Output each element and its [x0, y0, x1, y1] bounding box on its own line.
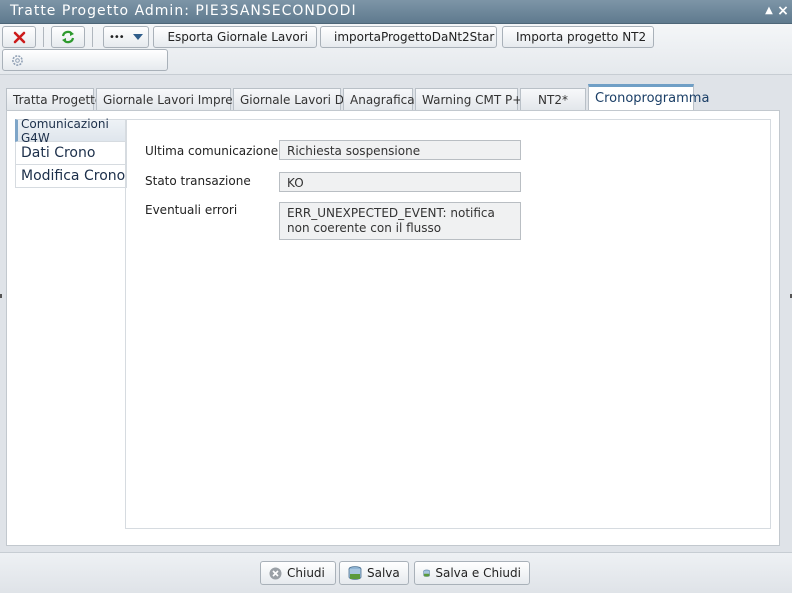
ultima-comunicazione-label: Ultima comunicazione: [145, 144, 278, 158]
importa-progetto-nt2-button[interactable]: Importa progetto NT2: [502, 26, 654, 48]
database-save-close-icon: [423, 566, 430, 581]
resize-handle-left[interactable]: [0, 294, 2, 298]
salva-label: Salva: [367, 566, 400, 580]
tab-cronoprogramma[interactable]: Cronoprogramma: [588, 84, 694, 110]
comunicazioni-form: Ultima comunicazione Richiesta sospensio…: [125, 119, 771, 529]
cancel-circle-icon: [269, 567, 282, 580]
importa-nt2-label: Importa progetto NT2: [516, 30, 646, 44]
eventuali-errori-field[interactable]: ERR_UNEXPECTED_EVENT: notifica non coere…: [279, 202, 521, 240]
sidenav-item-modifica-crono[interactable]: Modifica Crono: [15, 165, 127, 188]
salva-button[interactable]: Salva: [339, 561, 409, 585]
toolbar-separator: [43, 27, 44, 47]
chiudi-button[interactable]: Chiudi: [260, 561, 336, 585]
side-navigation: Comunicazioni G4W Dati Crono Modifica Cr…: [15, 119, 127, 188]
close-window-icon[interactable]: ×: [776, 4, 790, 18]
importa-nt2star-label: importaProgettoDaNt2Star: [334, 30, 494, 44]
tab-giornale-lavori-dl[interactable]: Giornale Lavori DL: [233, 88, 341, 110]
stato-transazione-label: Stato transazione: [145, 174, 251, 188]
toolbar: ••• Esporta Giornale Lavori importaProge…: [0, 24, 792, 75]
extra-action-button[interactable]: [2, 49, 168, 71]
dropdown-arrow-icon: [133, 34, 143, 40]
toolbar-separator: [92, 27, 93, 47]
esporta-label: Esporta Giornale Lavori: [167, 30, 308, 44]
database-save-icon: [348, 566, 362, 581]
sidenav-item-dati-crono[interactable]: Dati Crono: [15, 142, 127, 165]
eventuali-errori-label: Eventuali errori: [145, 203, 237, 217]
gear-icon: [11, 54, 24, 67]
sidenav-item-comunicazioni-g4w[interactable]: Comunicazioni G4W: [15, 119, 127, 142]
tab-tratta-progetto[interactable]: Tratta Progetto: [6, 88, 94, 110]
more-menu-button[interactable]: •••: [103, 26, 149, 48]
tab-giornale-lavori-impresa[interactable]: Giornale Lavori Impresa: [96, 88, 231, 110]
collapse-icon[interactable]: ▲: [762, 4, 776, 18]
window-title: Tratte Progetto Admin: PIE3SANSECONDODI: [10, 3, 357, 19]
delete-x-icon: [13, 31, 26, 44]
refresh-button[interactable]: [51, 26, 85, 48]
tab-nt2[interactable]: NT2*: [520, 88, 586, 110]
tab-warning-cmt[interactable]: Warning CMT P+: [415, 88, 518, 110]
salva-e-chiudi-label: Salva e Chiudi: [435, 566, 521, 580]
tab-bar: Tratta Progetto Giornale Lavori Impresa …: [0, 84, 792, 110]
more-dots: •••: [109, 32, 124, 43]
delete-button[interactable]: [2, 26, 36, 48]
importa-progetto-nt2star-button[interactable]: importaProgettoDaNt2Star: [320, 26, 497, 48]
stato-transazione-field[interactable]: KO: [279, 172, 521, 192]
footer-bar: Chiudi Salva Salva e Chiudi: [0, 552, 792, 593]
esporta-giornale-lavori-button[interactable]: Esporta Giornale Lavori: [153, 26, 317, 48]
tab-content-panel: Comunicazioni G4W Dati Crono Modifica Cr…: [6, 110, 780, 546]
ultima-comunicazione-field[interactable]: Richiesta sospensione: [279, 140, 521, 160]
salva-e-chiudi-button[interactable]: Salva e Chiudi: [414, 561, 530, 585]
chiudi-label: Chiudi: [287, 566, 325, 580]
refresh-icon: [60, 30, 76, 44]
window-titlebar: Tratte Progetto Admin: PIE3SANSECONDODI …: [0, 0, 792, 24]
tab-anagrafica[interactable]: Anagrafica: [343, 88, 413, 110]
